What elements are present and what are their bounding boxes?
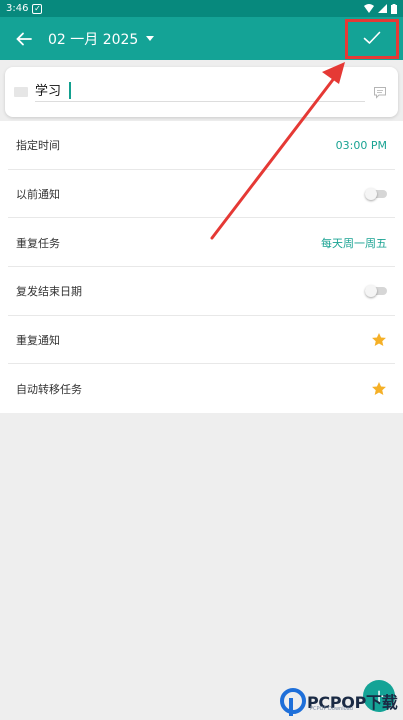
setting-row-assign-time[interactable]: 指定时间 03:00 PM — [0, 121, 403, 170]
task-settings-list: 指定时间 03:00 PM 以前通知 重复任务 每天周一周五 复发结束日期 重复… — [0, 121, 403, 414]
signal-icon — [378, 4, 387, 13]
setting-label: 指定时间 — [16, 139, 60, 153]
setting-label: 以前通知 — [16, 188, 60, 202]
note-icon[interactable] — [373, 86, 387, 99]
task-input-card — [5, 67, 398, 117]
task-title-input[interactable] — [35, 80, 365, 102]
repeat-task-value[interactable]: 每天周一周五 — [321, 235, 387, 251]
watermark-subtext: PCPOP Download — [310, 706, 353, 712]
assign-time-value[interactable]: 03:00 PM — [336, 139, 387, 152]
status-time: 3:46 — [6, 3, 29, 14]
setting-label: 重复通知 — [16, 334, 60, 348]
status-bar: 3:46 ✓ — [0, 0, 403, 17]
setting-row-repeat-notification[interactable]: 重复通知 — [0, 316, 403, 365]
setting-row-repeat-task[interactable]: 重复任务 每天周一周五 — [0, 218, 403, 267]
prior-notification-toggle[interactable] — [365, 188, 387, 201]
status-icons — [364, 3, 397, 14]
toggle-thumb — [365, 285, 377, 298]
setting-row-recurrence-end-date[interactable]: 复发结束日期 — [0, 267, 403, 316]
selected-date: 02 一月 2025 — [48, 31, 139, 48]
setting-label: 自动转移任务 — [16, 382, 82, 396]
back-arrow-icon — [16, 32, 32, 45]
text-cursor — [69, 82, 71, 99]
setting-row-prior-notification[interactable]: 以前通知 — [0, 170, 403, 219]
setting-row-auto-transfer[interactable]: 自动转移任务 — [0, 364, 403, 413]
recurrence-end-date-toggle[interactable] — [365, 285, 387, 298]
notification-check-icon: ✓ — [32, 3, 43, 14]
color-tag-icon[interactable] — [14, 87, 28, 97]
wifi-icon — [364, 4, 374, 13]
checkmark-icon — [363, 31, 381, 44]
confirm-button[interactable] — [346, 19, 398, 57]
back-button[interactable] — [0, 17, 48, 60]
toggle-thumb — [365, 188, 377, 201]
battery-icon — [391, 3, 397, 14]
setting-label: 重复任务 — [16, 236, 60, 250]
chevron-down-icon — [146, 36, 155, 41]
star-icon[interactable] — [371, 381, 387, 397]
star-icon[interactable] — [371, 332, 387, 348]
date-selector[interactable]: 02 一月 2025 — [48, 29, 155, 49]
setting-label: 复发结束日期 — [16, 285, 82, 299]
app-bar: 02 一月 2025 — [0, 17, 403, 60]
